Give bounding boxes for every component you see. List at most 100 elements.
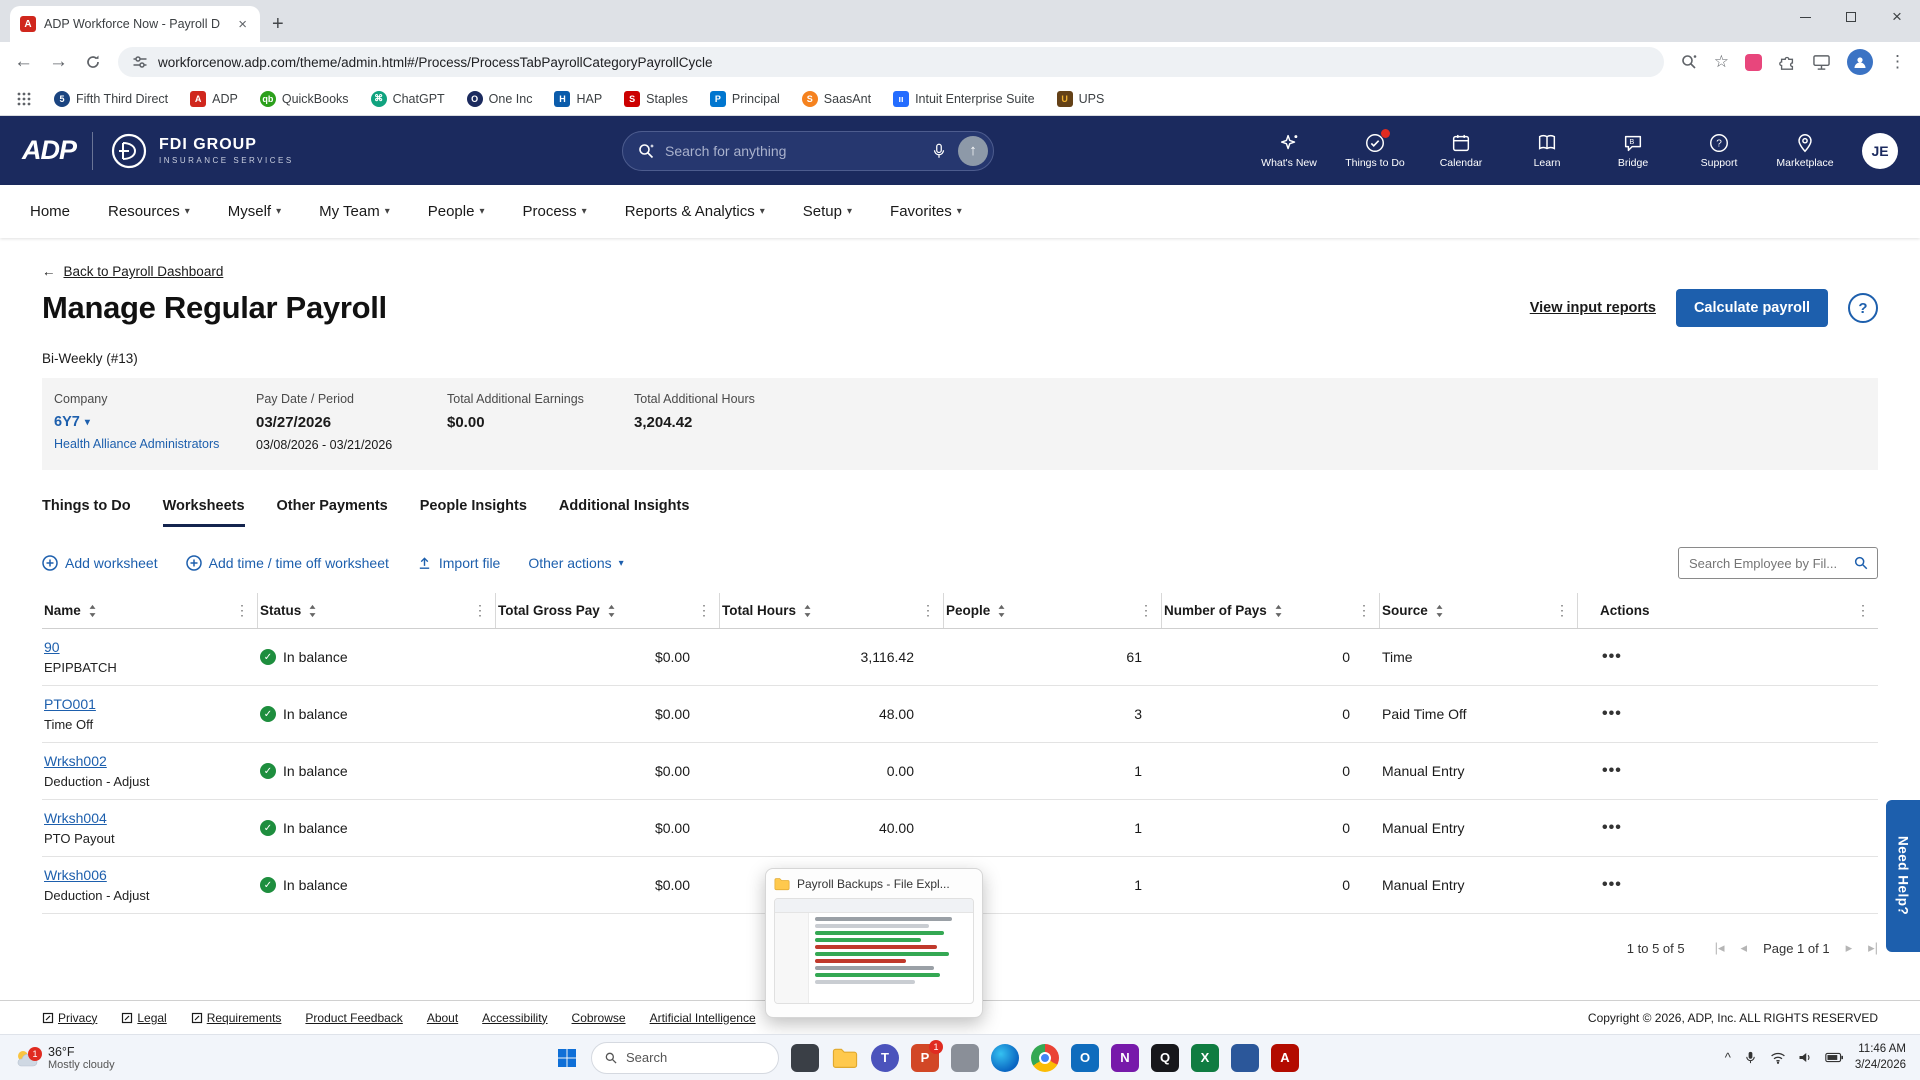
search-icon[interactable] (1853, 555, 1869, 571)
previous-page-icon[interactable]: ◂ (1741, 940, 1748, 956)
bookmark-intuit[interactable]: ıı Intuit Enterprise Suite (893, 90, 1035, 107)
first-page-icon[interactable]: |◂ (1715, 940, 1725, 956)
sort-icon[interactable] (803, 604, 812, 618)
nav-reports-analytics[interactable]: Reports & Analytics ▾ (625, 203, 765, 220)
column-menu-icon[interactable]: ⋮ (1852, 602, 1874, 619)
column-header-name[interactable]: Name ⋮ (42, 593, 258, 628)
start-button-icon[interactable] (555, 1046, 579, 1070)
nav-home[interactable]: Home (30, 203, 70, 220)
column-menu-icon[interactable]: ⋮ (1551, 602, 1573, 619)
company-selector[interactable]: 6Y7 ▾ (54, 414, 256, 430)
sort-icon[interactable] (88, 604, 97, 618)
last-page-icon[interactable]: ▸| (1868, 940, 1878, 956)
bookmark-one-inc[interactable]: O One Inc (466, 90, 532, 107)
whats-new-button[interactable]: What's New (1258, 132, 1320, 169)
footer-requirements-link[interactable]: Requirements (191, 1011, 281, 1025)
file-explorer-icon[interactable] (831, 1044, 859, 1072)
nav-people[interactable]: People ▾ (428, 203, 485, 220)
lens-search-icon[interactable] (1680, 53, 1698, 71)
window-maximize-button[interactable] (1828, 0, 1874, 34)
nav-resources[interactable]: Resources ▾ (108, 203, 190, 220)
footer-ai-link[interactable]: Artificial Intelligence (650, 1011, 756, 1025)
taskbar-app-icon-5[interactable] (951, 1043, 979, 1072)
taskbar-search[interactable] (591, 1041, 779, 1074)
browser-menu-icon[interactable]: ⋮ (1889, 52, 1906, 72)
back-icon[interactable]: ← (14, 51, 33, 73)
column-menu-icon[interactable]: ⋮ (231, 602, 253, 619)
row-actions-menu-icon[interactable]: ••• (1580, 705, 1622, 722)
window-minimize-button[interactable] (1782, 0, 1828, 34)
nav-favorites[interactable]: Favorites ▾ (890, 203, 962, 220)
outlook-icon[interactable]: O (1071, 1043, 1099, 1072)
search-submit-icon[interactable]: ↑ (958, 135, 988, 166)
bookmark-adp[interactable]: A ADP (190, 90, 238, 107)
window-close-button[interactable]: × (1874, 0, 1920, 34)
bridge-button[interactable]: B Bridge (1602, 132, 1664, 169)
battery-icon[interactable] (1825, 1052, 1843, 1063)
hidden-icons-chevron[interactable]: ^ (1725, 1050, 1731, 1065)
worksheet-link[interactable]: Wrksh002 (44, 753, 107, 769)
taskbar-clock[interactable]: 11:46 AM 3/24/2026 (1855, 1042, 1906, 1073)
acrobat-icon[interactable]: A (1271, 1043, 1299, 1072)
tab-close-icon[interactable]: × (235, 16, 250, 33)
footer-privacy-link[interactable]: Privacy (42, 1011, 97, 1025)
column-header-total-hours[interactable]: Total Hours ⋮ (720, 593, 944, 628)
column-header-gross-pay[interactable]: Total Gross Pay ⋮ (496, 593, 720, 628)
edge-icon[interactable] (991, 1043, 1019, 1072)
bookmark-star-icon[interactable]: ☆ (1714, 52, 1729, 72)
microphone-icon[interactable] (930, 142, 948, 160)
tab-things-to-do[interactable]: Things to Do (42, 498, 131, 527)
column-header-people[interactable]: People ⋮ (944, 593, 1162, 628)
column-menu-icon[interactable]: ⋮ (1135, 602, 1157, 619)
add-worksheet-button[interactable]: Add worksheet (42, 555, 158, 571)
global-search[interactable]: ↑ (622, 130, 994, 171)
powerpoint-icon[interactable]: P1 (911, 1039, 943, 1072)
taskbar-app-icon-10[interactable]: Q (1151, 1043, 1179, 1072)
footer-accessibility-link[interactable]: Accessibility (482, 1011, 547, 1025)
view-input-reports-link[interactable]: View input reports (1530, 300, 1656, 316)
calendar-button[interactable]: Calendar (1430, 132, 1492, 169)
company-name-link[interactable]: Health Alliance Administrators (54, 437, 256, 451)
taskbar-app-icon-12[interactable] (1231, 1043, 1259, 1072)
worksheet-link[interactable]: Wrksh006 (44, 867, 107, 883)
site-settings-icon[interactable] (132, 54, 148, 70)
bookmark-ups[interactable]: U UPS (1056, 90, 1104, 107)
add-time-worksheet-button[interactable]: Add time / time off worksheet (185, 555, 389, 571)
worksheet-link[interactable]: Wrksh004 (44, 810, 107, 826)
taskbar-preview-popup[interactable]: Payroll Backups - File Expl... (765, 868, 983, 1018)
taskbar-search-input[interactable] (626, 1050, 766, 1065)
excel-icon[interactable]: X (1191, 1043, 1219, 1072)
row-actions-menu-icon[interactable]: ••• (1580, 762, 1622, 779)
import-file-button[interactable]: Import file (417, 555, 500, 571)
bookmark-fifth-third[interactable]: 5 Fifth Third Direct (54, 90, 168, 107)
tab-worksheets[interactable]: Worksheets (162, 498, 245, 527)
column-menu-icon[interactable]: ⋮ (1353, 602, 1375, 619)
bookmark-saasant[interactable]: S SaasAnt (801, 90, 871, 107)
row-actions-menu-icon[interactable]: ••• (1580, 819, 1622, 836)
chrome-icon[interactable] (1031, 1043, 1059, 1072)
device-icon[interactable] (1812, 54, 1831, 71)
weather-widget[interactable]: 1 36°F Mostly cloudy (0, 1045, 200, 1071)
adp-logo[interactable]: ADP (22, 135, 77, 166)
column-menu-icon[interactable]: ⋮ (917, 602, 939, 619)
bookmark-hap[interactable]: H HAP (554, 90, 602, 107)
tab-people-insights[interactable]: People Insights (420, 498, 527, 527)
bookmark-staples[interactable]: S Staples (624, 90, 688, 107)
column-header-actions[interactable]: Actions ⋮ (1578, 593, 1878, 628)
footer-about-link[interactable]: About (427, 1011, 458, 1025)
column-header-status[interactable]: Status ⋮ (258, 593, 496, 628)
bookmark-quickbooks[interactable]: qb QuickBooks (259, 90, 349, 107)
calculate-payroll-button[interactable]: Calculate payroll (1675, 289, 1828, 327)
row-actions-menu-icon[interactable]: ••• (1580, 876, 1622, 893)
sort-icon[interactable] (1435, 604, 1444, 618)
microphone-tray-icon[interactable] (1743, 1050, 1758, 1065)
page-help-button[interactable]: ? (1848, 293, 1878, 323)
sort-icon[interactable] (607, 604, 616, 618)
bookmark-chatgpt[interactable]: ⌘ ChatGPT (370, 90, 445, 107)
browser-tab[interactable]: A ADP Workforce Now - Payroll D × (10, 6, 260, 42)
footer-cobrowse-link[interactable]: Cobrowse (572, 1011, 626, 1025)
sort-icon[interactable] (308, 604, 317, 618)
nav-setup[interactable]: Setup ▾ (803, 203, 852, 220)
bookmark-principal[interactable]: P Principal (709, 90, 780, 107)
nav-my-team[interactable]: My Team ▾ (319, 203, 390, 220)
